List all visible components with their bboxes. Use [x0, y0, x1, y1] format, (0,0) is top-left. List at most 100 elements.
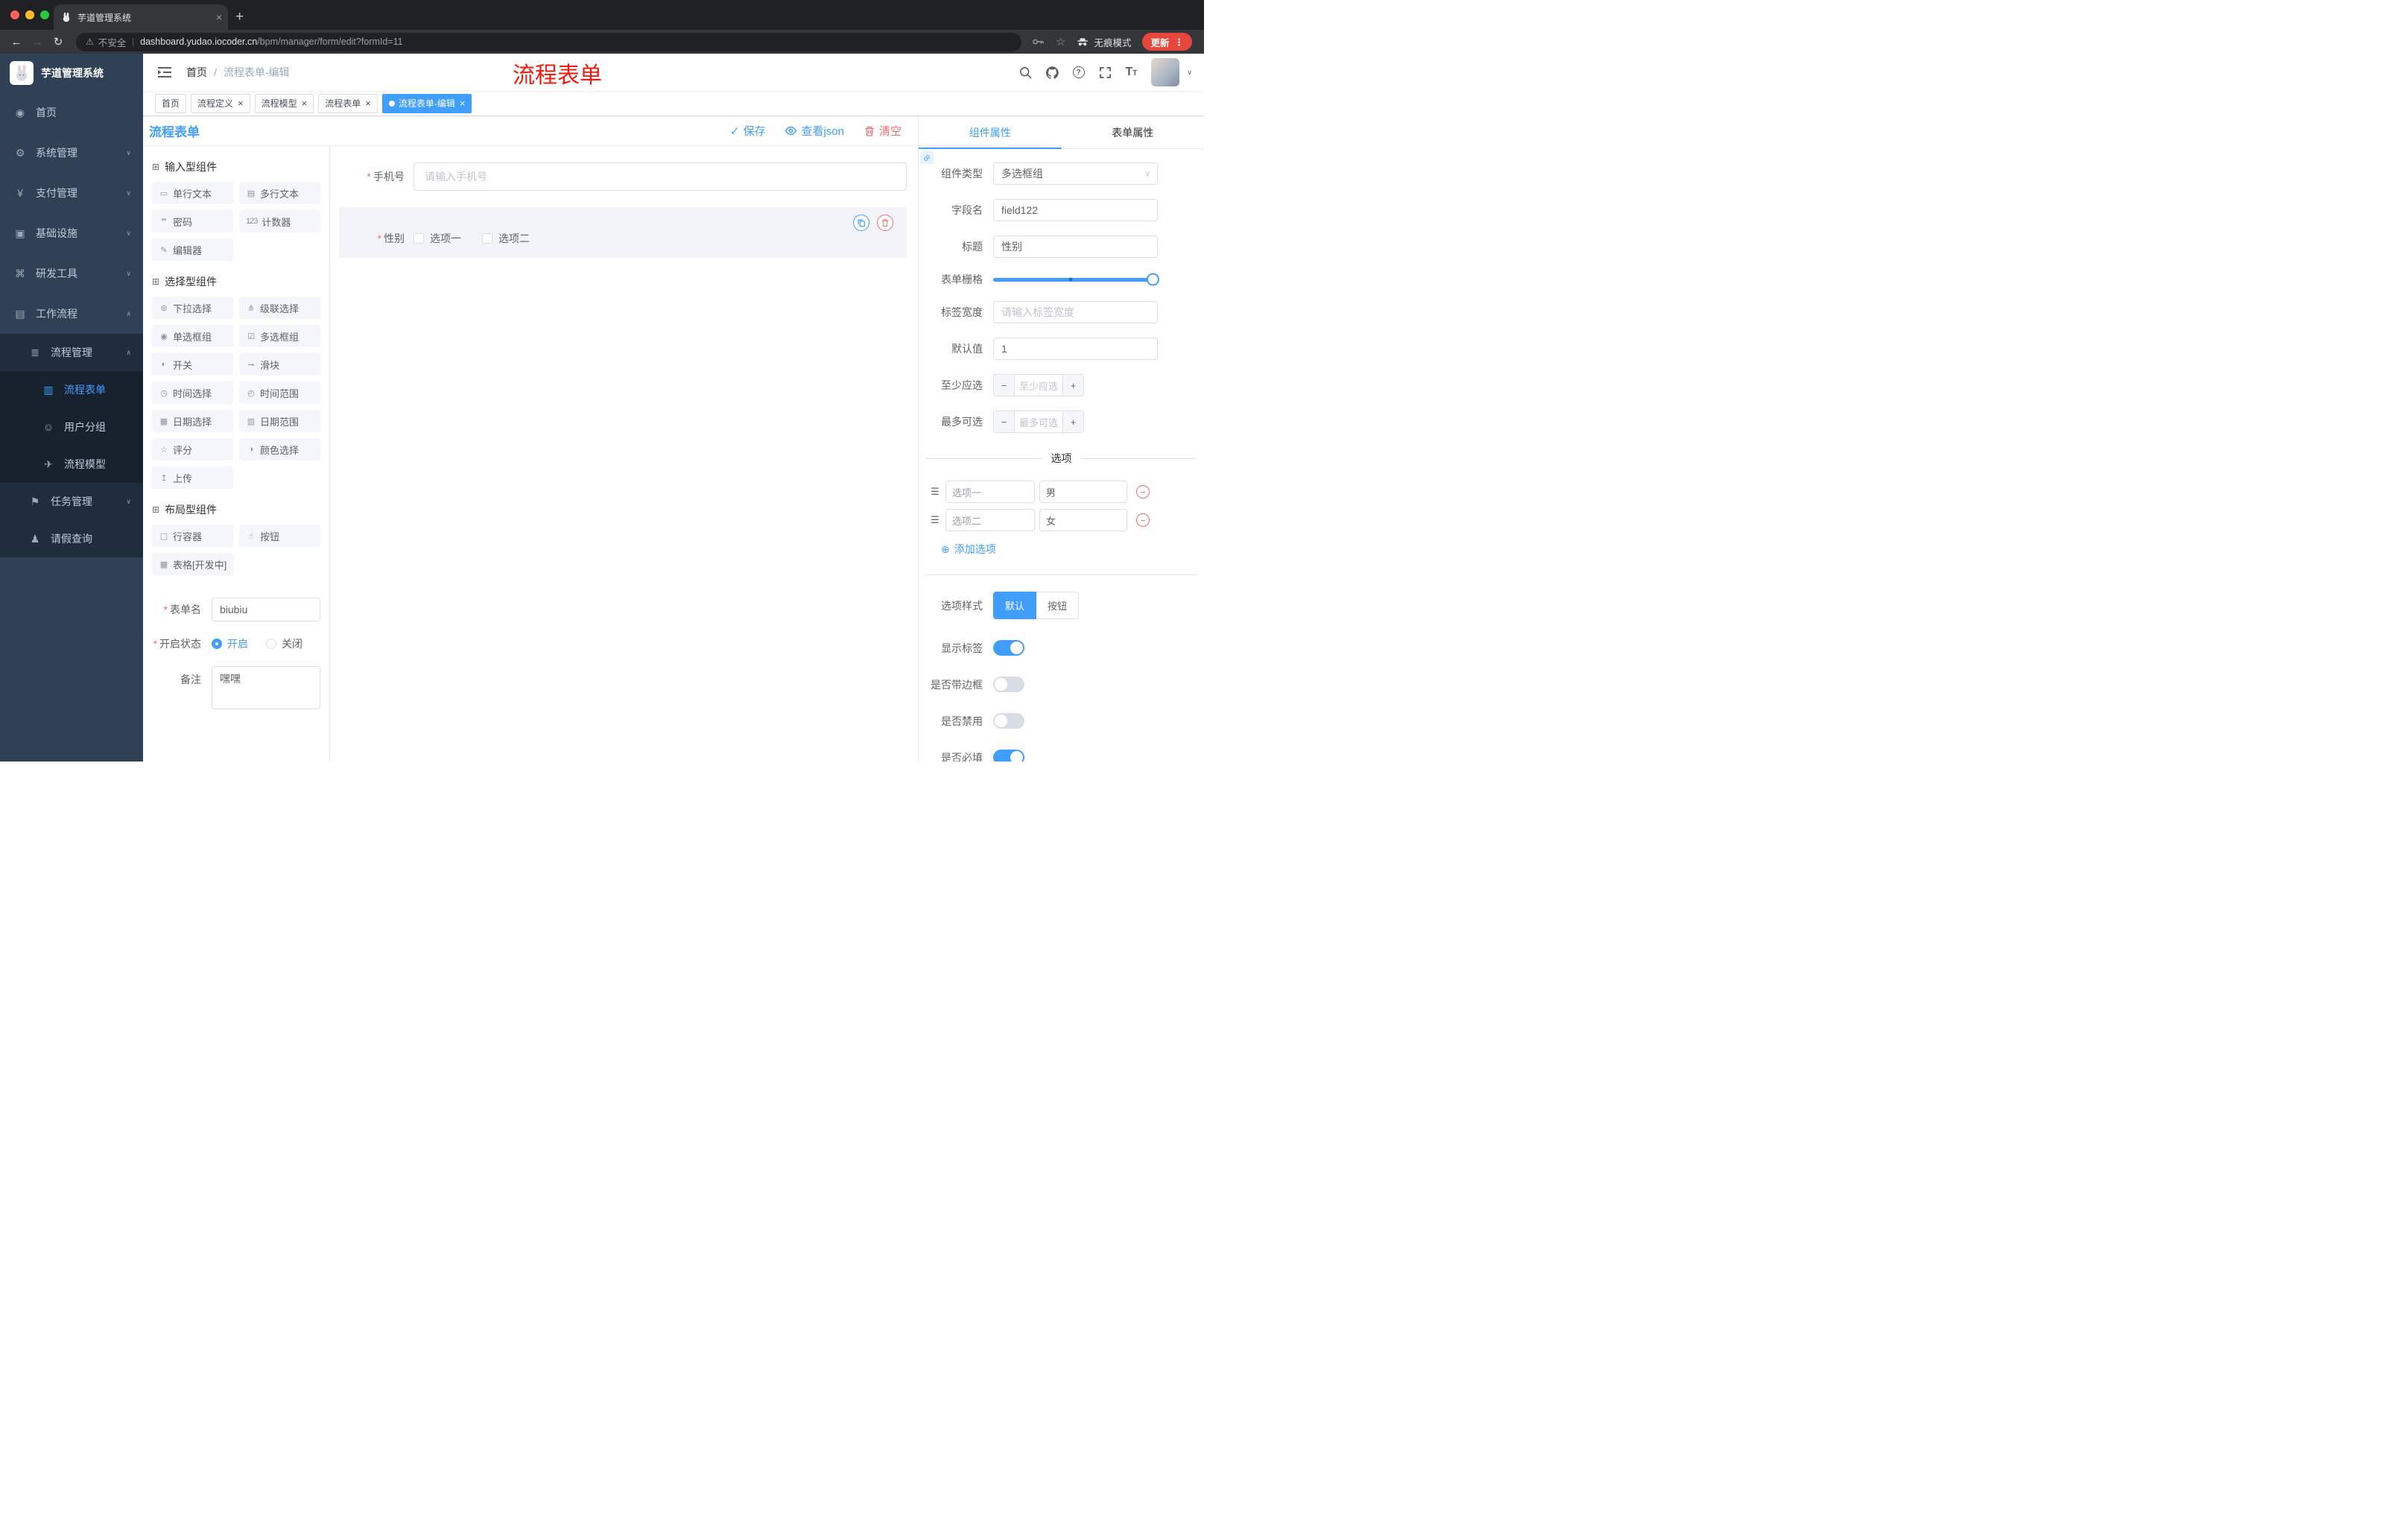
gender-option-1-checkbox[interactable]: 选项一: [414, 231, 461, 246]
min-select-value[interactable]: 至少应选: [1015, 375, 1062, 396]
clear-button[interactable]: 清空: [864, 123, 902, 139]
palette-item[interactable]: ▢ 行容器: [152, 525, 233, 547]
sidebar-item-process-model[interactable]: ✈ 流程模型: [0, 446, 143, 483]
zoom-window-button[interactable]: [40, 10, 49, 19]
add-option-button[interactable]: ⊕ 添加选项: [941, 542, 1204, 557]
help-icon[interactable]: ?: [1072, 66, 1085, 78]
form-remark-textarea[interactable]: 嘿嘿: [212, 666, 320, 709]
key-icon[interactable]: [1032, 36, 1045, 48]
switch-required[interactable]: [993, 750, 1024, 762]
reload-icon[interactable]: ↻: [48, 35, 69, 48]
remove-option-button[interactable]: −: [1136, 513, 1150, 527]
default-value-input[interactable]: [993, 338, 1158, 360]
status-on-radio[interactable]: 开启: [212, 636, 248, 651]
minimize-window-button[interactable]: [25, 10, 34, 19]
sidebar-item-payment-management[interactable]: ¥ 支付管理 ∨: [0, 173, 143, 213]
slider-handle[interactable]: [1147, 273, 1159, 286]
browser-tab[interactable]: 芋道管理系统 ×: [54, 4, 228, 30]
sidebar-item-home[interactable]: ◉ 首页: [0, 92, 143, 133]
increase-button[interactable]: +: [1062, 375, 1083, 396]
fullscreen-icon[interactable]: [1099, 66, 1112, 79]
back-icon[interactable]: ←: [6, 36, 27, 48]
app-logo[interactable]: 芋道管理系统: [0, 54, 143, 92]
option-value-input[interactable]: [1039, 481, 1127, 503]
drag-handle-icon[interactable]: ☰: [929, 486, 941, 498]
palette-item[interactable]: ▭ 单行文本: [152, 182, 233, 204]
field-name-input[interactable]: [993, 199, 1158, 221]
palette-item[interactable]: ⊚ 下拉选择: [152, 297, 233, 319]
close-icon[interactable]: ×: [302, 98, 308, 109]
palette-item[interactable]: ** 密码: [152, 210, 233, 232]
palette-item[interactable]: ▥ 日期范围: [239, 410, 320, 432]
forward-icon[interactable]: →: [27, 36, 48, 48]
palette-item[interactable]: ☝ 按钮: [239, 525, 320, 547]
switch-border[interactable]: [993, 677, 1024, 692]
palette-item[interactable]: ☑ 多选框组: [239, 325, 320, 347]
palette-item[interactable]: ◷ 时间选择: [152, 381, 233, 404]
palette-item[interactable]: ▦ 表格[开发中]: [152, 553, 233, 575]
style-button-button[interactable]: 按钮: [1036, 592, 1080, 619]
sidebar-item-workflow[interactable]: ▤ 工作流程 ∧: [0, 294, 143, 334]
sidebar-item-task-management[interactable]: ⚑ 任务管理 ∨: [0, 483, 143, 520]
palette-item[interactable]: 123 计数器: [239, 210, 320, 232]
sidebar-item-infrastructure[interactable]: ▣ 基础设施 ∨: [0, 213, 143, 253]
close-icon[interactable]: ×: [365, 98, 371, 109]
increase-button[interactable]: +: [1062, 411, 1083, 432]
tab-component-props[interactable]: 组件属性: [919, 116, 1062, 149]
sidebar-item-process-management[interactable]: ≣ 流程管理 ∧: [0, 334, 143, 371]
remove-option-button[interactable]: −: [1136, 485, 1150, 498]
gender-field-item[interactable]: * 性别 选项一 选项二: [339, 207, 907, 258]
hamburger-icon[interactable]: [155, 66, 174, 78]
title-input[interactable]: [993, 235, 1158, 258]
browser-menu-icon[interactable]: ⋮: [1175, 37, 1185, 48]
tag-process-definition[interactable]: 流程定义 ×: [191, 93, 250, 113]
sidebar-item-user-group[interactable]: ☺ 用户分组: [0, 408, 143, 446]
search-icon[interactable]: [1019, 66, 1032, 79]
gender-option-2-checkbox[interactable]: 选项二: [482, 231, 530, 246]
max-select-value[interactable]: 最多可选: [1015, 411, 1062, 432]
phone-field-row[interactable]: * 手机号: [339, 162, 907, 191]
close-icon[interactable]: ×: [238, 98, 244, 109]
link-icon[interactable]: ∞: [920, 151, 934, 164]
form-name-input[interactable]: [212, 598, 320, 621]
copy-component-button[interactable]: [853, 215, 869, 231]
switch-disabled[interactable]: [993, 713, 1024, 729]
sidebar-item-process-form[interactable]: ▥ 流程表单: [0, 371, 143, 408]
bookmark-star-icon[interactable]: ☆: [1056, 35, 1065, 48]
style-default-button[interactable]: 默认: [993, 592, 1037, 619]
phone-input[interactable]: [414, 162, 907, 191]
palette-item[interactable]: ☆ 评分: [152, 438, 233, 460]
option-value-input[interactable]: [1039, 509, 1127, 531]
breadcrumb-home[interactable]: 首页: [186, 65, 207, 80]
tab-form-props[interactable]: 表单属性: [1062, 116, 1205, 149]
palette-item[interactable]: ⋔ 级联选择: [239, 297, 320, 319]
sidebar-item-system-management[interactable]: ⚙ 系统管理 ∨: [0, 133, 143, 173]
avatar[interactable]: [1151, 58, 1180, 86]
save-button[interactable]: ✓ 保存: [730, 123, 766, 139]
address-bar[interactable]: ⚠ 不安全 | dashboard.yudao.iocoder.cn/bpm/m…: [76, 32, 1022, 51]
palette-item[interactable]: ◐ 开关: [152, 353, 233, 376]
tag-process-form[interactable]: 流程表单 ×: [318, 93, 378, 113]
palette-item[interactable]: ✎ 编辑器: [152, 238, 233, 261]
chevron-down-icon[interactable]: ∨: [1187, 69, 1192, 77]
delete-component-button[interactable]: [877, 215, 893, 231]
palette-item[interactable]: ▦ 日期选择: [152, 410, 233, 432]
label-width-input[interactable]: [993, 301, 1158, 323]
github-icon[interactable]: [1045, 66, 1059, 79]
palette-item[interactable]: ↥ 上传: [152, 466, 233, 489]
palette-item[interactable]: ◉ 单选框组: [152, 325, 233, 347]
sidebar-item-leave-query[interactable]: ♟ 请假查询: [0, 520, 143, 557]
palette-item[interactable]: ◑ 颜色选择: [239, 438, 320, 460]
decrease-button[interactable]: −: [994, 375, 1015, 396]
palette-item[interactable]: ▤ 多行文本: [239, 182, 320, 204]
decrease-button[interactable]: −: [994, 411, 1015, 432]
update-button[interactable]: 更新 ⋮: [1142, 33, 1192, 51]
option-label-input[interactable]: [945, 509, 1035, 531]
tag-process-model[interactable]: 流程模型 ×: [254, 93, 314, 113]
close-tab-icon[interactable]: ×: [216, 11, 222, 23]
option-label-input[interactable]: [945, 481, 1035, 503]
palette-item[interactable]: ◴ 时间范围: [239, 381, 320, 404]
view-json-button[interactable]: 查看json: [785, 123, 844, 139]
tag-home[interactable]: 首页: [155, 93, 187, 113]
close-icon[interactable]: ×: [460, 98, 466, 109]
